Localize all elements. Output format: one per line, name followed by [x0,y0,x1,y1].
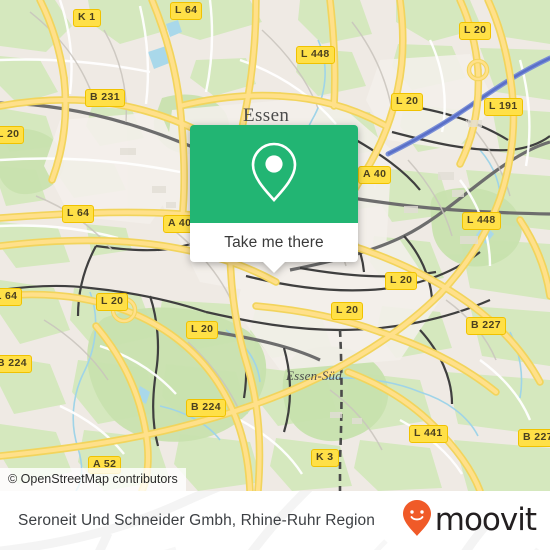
road-shield: L 448 [296,46,335,64]
road-shield: L 448 [462,212,501,230]
callout-pointer [263,262,285,273]
callout-action-panel[interactable]: Take me there [190,223,358,273]
road-shield: L 64 [170,2,203,20]
road-shield: L 20 [459,22,492,40]
road-shield: L 20 [385,272,418,290]
road-shield: L 20 [391,93,424,111]
road-shield: L 20 [0,126,25,144]
road-shield: B 224 [186,399,227,417]
road-shield: K 3 [311,449,339,467]
bottom-info-bar: Seroneit Und Schneider Gmbh, Rhine-Ruhr … [0,491,550,550]
road-shield: L 441 [409,425,448,443]
take-me-there-label: Take me there [224,233,324,251]
road-shield: L 20 [331,302,364,320]
moovit-wordmark: moovit [434,502,537,538]
map-screenshot: Essen Essen-Süd K 1 L 64 L 448 L 20 B 231 L 2… [0,0,550,550]
road-shield: B 227 [518,429,550,447]
callout-icon-panel [190,125,358,223]
map-place-label: Essen-Süd [286,368,342,383]
road-shield: L 64 [0,288,23,306]
road-shield: L 20 [96,293,129,311]
road-shield: A 40 [358,166,392,184]
road-shield: L 191 [484,98,523,116]
road-shield: B 227 [466,317,507,335]
road-shield: B 231 [85,89,126,107]
osm-attribution[interactable]: © OpenStreetMap contributors [0,468,186,491]
road-shield: B 224 [0,355,33,373]
road-shield: K 1 [73,9,101,27]
location-callout-card[interactable]: Take me there [190,125,358,273]
map-place-label: Essen [243,105,290,126]
map-pin-icon [248,140,300,209]
road-shield: L 64 [62,205,95,223]
moovit-logo[interactable]: moovit [402,499,537,542]
poi-title: Seroneit Und Schneider Gmbh, Rhine-Ruhr … [18,511,375,529]
moovit-smiley-pin-icon [402,499,432,542]
road-shield: L 20 [186,321,219,339]
